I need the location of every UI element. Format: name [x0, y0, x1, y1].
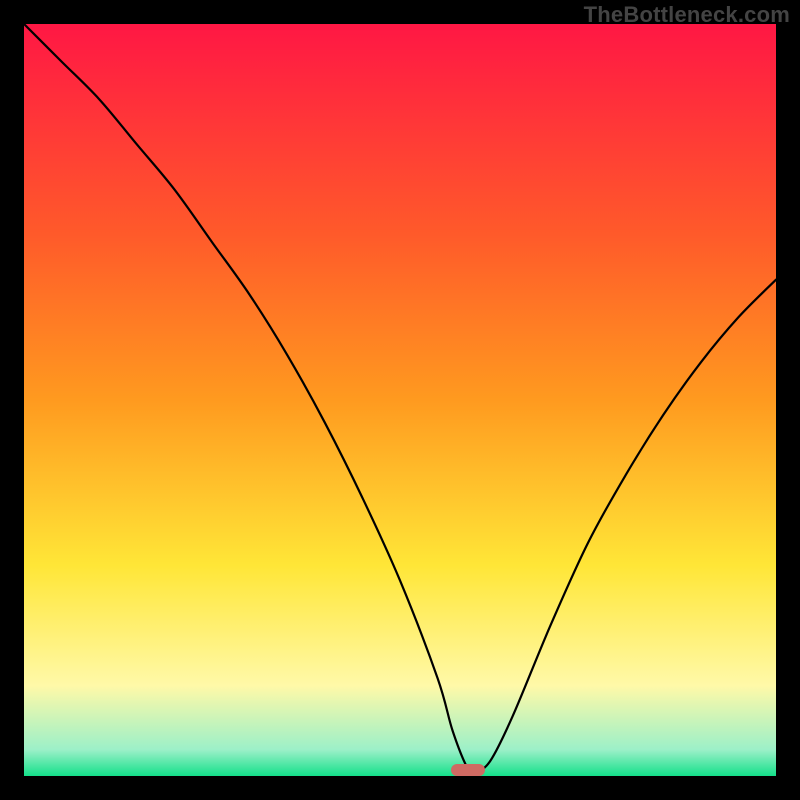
curve-layer — [24, 24, 776, 776]
optimal-marker — [451, 764, 485, 776]
watermark-text: TheBottleneck.com — [584, 2, 790, 28]
bottleneck-curve — [24, 24, 776, 773]
chart-frame: TheBottleneck.com — [0, 0, 800, 800]
plot-area — [24, 24, 776, 776]
